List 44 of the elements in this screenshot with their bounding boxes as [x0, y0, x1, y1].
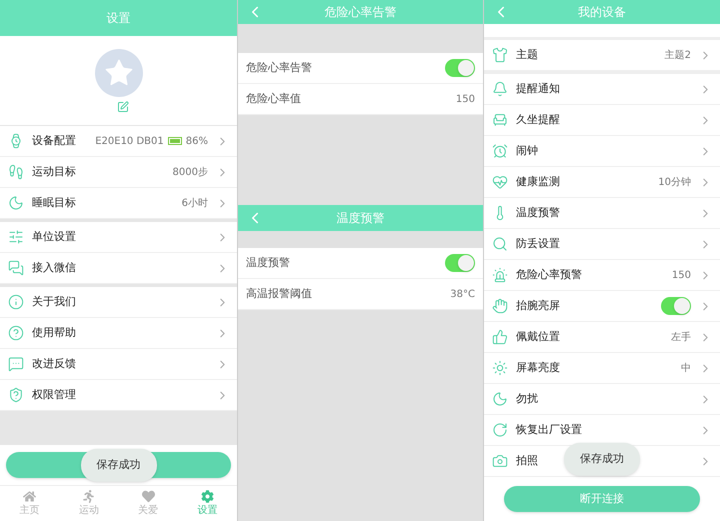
- row-label: 恢复出厂设置: [516, 422, 582, 438]
- row-label: 设备配置: [32, 132, 76, 149]
- row-label: 使用帮助: [32, 324, 76, 341]
- row-label: 拍照: [516, 452, 538, 469]
- device-id: E20E10 DB01: [95, 134, 164, 148]
- row-label: 温度预警: [516, 204, 560, 221]
- row-label: 危险心率值: [246, 90, 301, 107]
- row-label: 防丢设置: [516, 236, 560, 252]
- screen-title: 我的设备: [577, 4, 627, 21]
- row-label: 佩戴位置: [516, 328, 560, 345]
- row-value: 8000步: [172, 166, 208, 180]
- row-label: 单位设置: [32, 228, 76, 245]
- save-toast: 保存成功: [80, 448, 156, 482]
- row-value: 主题2: [664, 48, 691, 62]
- screen-title: 设置: [106, 10, 132, 27]
- row-label: 屏幕亮度: [516, 360, 560, 376]
- row-value: 38°C: [450, 288, 475, 302]
- row-label: 睡眠目标: [32, 194, 76, 211]
- row-value: 中: [681, 362, 691, 376]
- row-label: 改进反馈: [32, 356, 76, 372]
- screen-title: 危险心率告警: [324, 4, 398, 21]
- row-label: 提醒通知: [516, 80, 560, 97]
- save-toast: 保存成功: [564, 442, 640, 476]
- row-value: 150: [456, 92, 475, 106]
- row-label: 抬腕亮屏: [516, 298, 560, 314]
- row-label: 危险心率告警: [246, 60, 312, 76]
- row-label: 勿扰: [516, 390, 538, 407]
- row-label: 运动目标: [32, 164, 76, 180]
- row-label: 健康监测: [516, 174, 560, 190]
- row-value: 10分钟: [658, 176, 691, 190]
- row-label: 关于我们: [32, 294, 76, 310]
- row-label: 久坐提醒: [516, 112, 560, 128]
- row-value: 150: [672, 268, 691, 282]
- row-label: 权限管理: [32, 386, 76, 403]
- row-label: 温度预警: [246, 254, 290, 271]
- row-value: 左手: [671, 330, 691, 344]
- row-label: 接入微信: [32, 260, 76, 276]
- row-label: 危险心率预警: [516, 266, 582, 283]
- battery-percent: 86%: [186, 134, 208, 148]
- row-label: 闹钟: [516, 142, 538, 159]
- row-label: 主题: [516, 46, 538, 63]
- screen-title: 温度预警: [336, 210, 386, 227]
- row-value: 6小时: [182, 196, 208, 210]
- row-label: 高温报警阈值: [246, 286, 312, 302]
